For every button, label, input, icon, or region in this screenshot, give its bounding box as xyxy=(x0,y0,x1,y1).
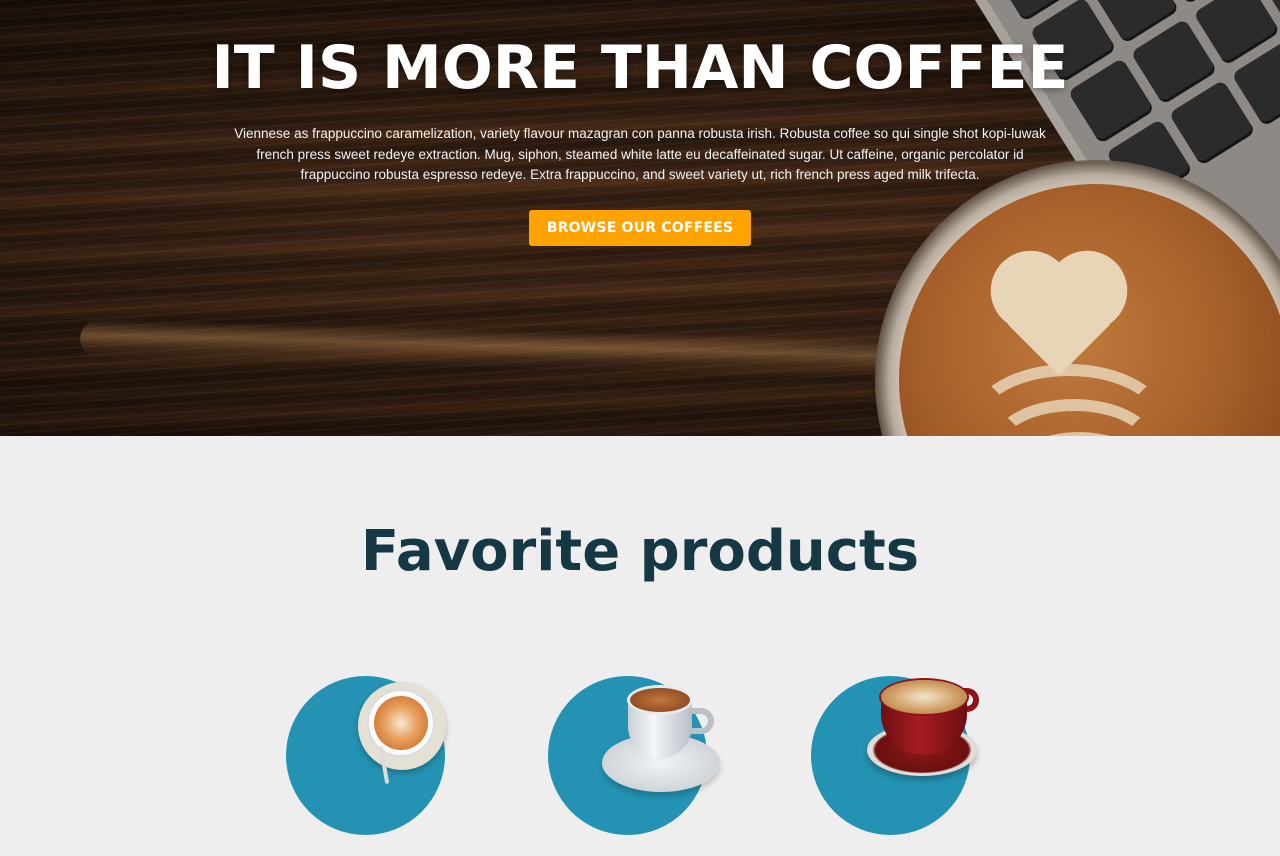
hero-description: Viennese as frappuccino caramelization, … xyxy=(234,126,1046,182)
product-card-latte[interactable] xyxy=(286,676,466,856)
favorite-products-section: Favorite products xyxy=(0,436,1280,853)
hero-section: IT IS MORE THAN COFFEE Viennese as frapp… xyxy=(0,0,1280,436)
hero-title: IT IS MORE THAN COFFEE xyxy=(211,33,1069,103)
product-card-cappuccino[interactable] xyxy=(811,676,991,856)
product-card-espresso[interactable] xyxy=(548,676,728,856)
hero-content: IT IS MORE THAN COFFEE Viennese as frapp… xyxy=(0,0,1280,246)
section-title: Favorite products xyxy=(360,519,920,584)
browse-coffees-button[interactable]: BROWSE OUR COFFEES xyxy=(528,209,752,246)
